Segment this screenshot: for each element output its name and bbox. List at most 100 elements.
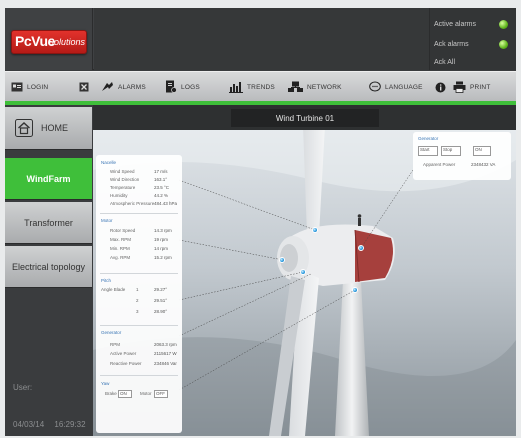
pcvue-logo: PcVue Solutions xyxy=(11,30,87,54)
generator-rpm-label: RPM xyxy=(110,342,120,347)
alarms-label: ALARMS xyxy=(118,83,146,91)
wind-direction-value: 163.1° xyxy=(154,177,168,182)
divider xyxy=(100,325,178,326)
home-label: HOME xyxy=(41,123,68,133)
home-button[interactable]: HOME xyxy=(5,107,92,150)
yaw-motor-state-field: OFF xyxy=(154,390,168,398)
logo-sub-text: Solutions xyxy=(48,37,86,47)
reactive-power-label: Reactive Power xyxy=(110,361,142,366)
logs-label: LOGS xyxy=(181,83,200,91)
home-icon xyxy=(15,119,33,137)
blade-index: 3 xyxy=(136,309,139,314)
sidebar-item-electrical-topology[interactable]: Electrical topology xyxy=(5,246,92,288)
pitch-title: Pitch xyxy=(101,278,112,283)
blade-index: 2 xyxy=(136,298,139,303)
alarm-bell-icon xyxy=(102,82,113,91)
logo-area: PcVue Solutions xyxy=(5,8,93,70)
generator-control-panel: Generator Start Stop ON Apparent Power 2… xyxy=(413,132,511,180)
generator-state-field: ON xyxy=(473,146,491,156)
print-label: PRINT xyxy=(470,83,491,91)
view-title: Wind Turbine 01 xyxy=(231,109,379,127)
apparent-power-label: Apparent Power xyxy=(423,162,456,167)
ack-alarms-indicator-icon xyxy=(499,40,508,49)
main-view: Wind Turbine 01 Nacelle Wind Speed 17 m/… xyxy=(93,105,516,436)
generator-stop-button[interactable]: Stop xyxy=(441,146,461,156)
active-alarms-label[interactable]: Active alarms xyxy=(434,21,476,28)
turbine-data-panel: Nacelle Wind Speed 17 m/s Wind Direction… xyxy=(96,155,182,433)
info-icon xyxy=(435,82,446,92)
generator-title: Generator xyxy=(101,330,122,335)
sidebar: HOME WindFarm Transformer Electrical top… xyxy=(5,105,92,436)
yaw-title: Yaw xyxy=(101,381,110,386)
generator-marker-icon[interactable] xyxy=(358,245,364,251)
alarms-button[interactable]: ALARMS xyxy=(101,72,146,102)
scada-window: PcVue Solutions Active alarms Ack alarms… xyxy=(5,8,516,436)
pressure-label: Atmospheric Pressure xyxy=(110,201,155,206)
date-text: 04/03/14 xyxy=(13,420,45,429)
yaw-marker-icon[interactable] xyxy=(352,287,358,293)
sidebar-item-windfarm[interactable]: WindFarm xyxy=(5,158,92,200)
logs-button[interactable]: LOGS xyxy=(165,72,200,102)
login-button[interactable]: LOGIN xyxy=(11,72,48,102)
header-banner xyxy=(94,8,429,70)
sidebar-item-transformer[interactable]: Transformer xyxy=(5,202,92,244)
pressure-value: 484.43 hPa xyxy=(154,201,178,206)
page-title: Wind Turbine 01 xyxy=(275,113,335,123)
humidity-value: 44.2 % xyxy=(154,193,169,198)
apparent-power-value: 2348432 VA xyxy=(471,162,496,167)
blade-index: 1 xyxy=(136,287,139,292)
yaw-motor-label: Motor xyxy=(140,391,152,396)
nacelle-marker-icon[interactable] xyxy=(312,227,318,233)
divider xyxy=(100,213,178,214)
trends-button[interactable]: TRENDS xyxy=(229,72,275,102)
ack-alarms-label[interactable]: Ack alarms xyxy=(434,41,469,48)
print-button[interactable]: PRINT xyxy=(453,72,491,102)
blade-angle-value: 29.51° xyxy=(154,298,168,303)
printer-icon xyxy=(453,81,466,93)
generator-start-button[interactable]: Start xyxy=(418,146,438,156)
humidity-label: Humidity xyxy=(110,193,128,198)
header: PcVue Solutions Active alarms Ack alarms… xyxy=(5,8,516,70)
motor-title: Motor xyxy=(101,218,113,223)
user-label: User: xyxy=(13,383,33,392)
alarm-panel: Active alarms Ack alarms Ack All xyxy=(429,8,516,70)
network-label: NETWORK xyxy=(307,83,342,91)
rotor-speed-value: 14.3 rpm xyxy=(154,228,172,233)
blade-angle-value: 29.27° xyxy=(154,287,168,292)
min-rpm-label: Min. RPM xyxy=(110,246,130,251)
active-alarms-indicator-icon xyxy=(499,20,508,29)
network-button[interactable]: NETWORK xyxy=(288,72,342,102)
close-button[interactable] xyxy=(79,72,89,102)
wind-direction-label: Wind Direction xyxy=(110,177,140,182)
language-button[interactable]: LANGUAGE xyxy=(369,72,423,102)
language-speech-icon xyxy=(369,81,381,92)
blade-angle-value: 28.90° xyxy=(154,309,168,314)
divider xyxy=(100,273,178,274)
close-icon xyxy=(79,82,89,92)
clock: 04/03/14 16:29:32 xyxy=(13,420,86,429)
info-button[interactable] xyxy=(435,72,446,102)
active-power-label: Active Power xyxy=(110,351,137,356)
sidebar-item-label: Transformer xyxy=(24,217,73,228)
login-label: LOGIN xyxy=(27,83,49,91)
pitch-marker-icon[interactable] xyxy=(300,269,306,275)
divider xyxy=(100,375,178,376)
trends-label: TRENDS xyxy=(247,83,275,91)
brake-label: Brake xyxy=(105,391,117,396)
network-computers-icon xyxy=(288,81,303,92)
wind-speed-label: Wind Speed xyxy=(110,169,135,174)
nacelle-title: Nacelle xyxy=(101,160,117,165)
min-rpm-value: 14 rpm xyxy=(154,246,169,251)
turbine-view: Nacelle Wind Speed 17 m/s Wind Direction… xyxy=(93,130,516,436)
ack-all-button[interactable]: Ack All xyxy=(434,59,455,66)
toolbar: LOGIN ALARMS LOGS TRENDS NETWORK LANGUAG… xyxy=(5,71,516,101)
brake-state-field: ON xyxy=(118,390,132,398)
active-power-value: 2115617 W xyxy=(154,351,177,356)
generator-control-title: Generator xyxy=(418,136,439,141)
avg-rpm-label: Avg. RPM xyxy=(110,255,131,260)
temperature-label: Temperature xyxy=(110,185,136,190)
rotor-speed-label: Rotor Speed xyxy=(110,228,136,233)
max-rpm-label: Max. RPM xyxy=(110,237,132,242)
time-text: 16:29:32 xyxy=(54,420,86,429)
motor-marker-icon[interactable] xyxy=(279,257,285,263)
